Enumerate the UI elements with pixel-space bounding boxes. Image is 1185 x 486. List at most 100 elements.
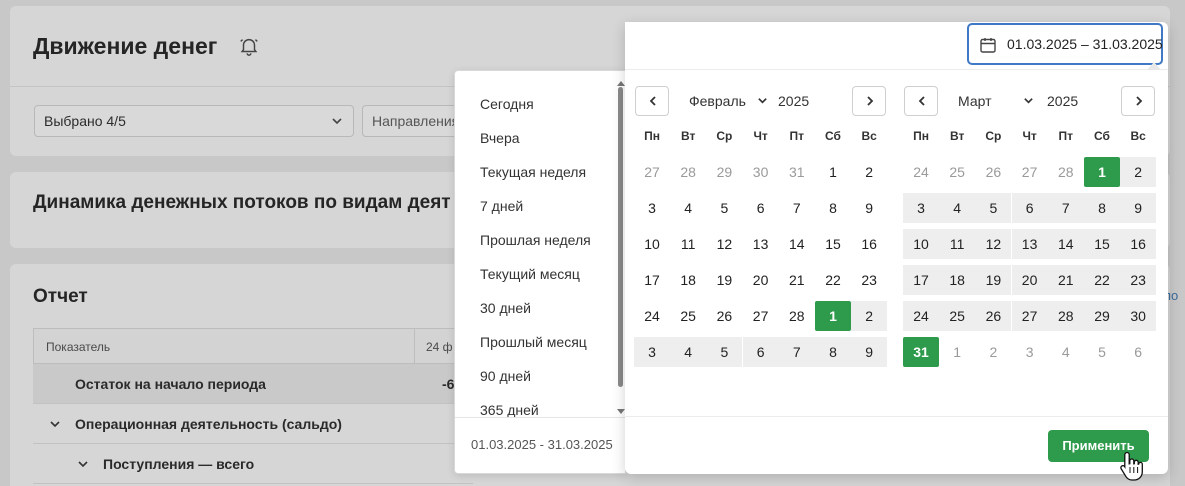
calendar-day[interactable]: 6 (1120, 337, 1156, 367)
calendar-day[interactable]: 2 (851, 157, 887, 187)
calendar-day[interactable]: 28 (779, 301, 815, 331)
calendar-day[interactable]: 23 (851, 265, 887, 295)
calendar-day[interactable]: 2 (975, 337, 1011, 367)
bell-icon[interactable] (238, 35, 260, 57)
calendar-day[interactable]: 25 (939, 157, 975, 187)
calendar-day[interactable]: 30 (743, 157, 779, 187)
calendar-day[interactable]: 19 (975, 265, 1012, 295)
calendar-day[interactable]: 25 (939, 301, 976, 331)
left-month-select[interactable]: Февраль (689, 93, 769, 109)
table-row[interactable]: Операционная деятельность (сальдо) (33, 404, 473, 444)
calendar-day[interactable]: 24 (634, 301, 670, 331)
preset-item[interactable]: Текущий месяц (480, 266, 580, 282)
calendar-day[interactable]: 30 (1120, 301, 1157, 331)
table-row[interactable]: Поступления — всего (33, 444, 473, 484)
calendar-day[interactable]: 9 (1120, 193, 1157, 223)
calendar-day-selected[interactable]: 1 (815, 301, 851, 331)
next-month-button[interactable] (1121, 86, 1155, 116)
scroll-down-icon[interactable] (617, 409, 625, 414)
calendar-day[interactable]: 9 (851, 337, 888, 367)
preset-item[interactable]: Вчера (480, 130, 520, 146)
calendar-day[interactable]: 5 (706, 337, 743, 367)
calendar-day[interactable]: 18 (939, 265, 976, 295)
prev-month-button-right[interactable] (904, 86, 938, 116)
calendar-day[interactable]: 6 (742, 337, 779, 367)
calendar-day[interactable]: 27 (743, 301, 779, 331)
calendar-day[interactable]: 8 (1084, 193, 1120, 223)
calendar-day[interactable]: 23 (1120, 265, 1157, 295)
calendar-day[interactable]: 20 (1011, 265, 1048, 295)
preset-item[interactable]: 30 дней (480, 300, 531, 316)
calendar-day[interactable]: 19 (706, 265, 742, 295)
calendar-day[interactable]: 6 (1011, 193, 1048, 223)
calendar-day[interactable]: 11 (670, 229, 706, 259)
calendar-day[interactable]: 4 (670, 337, 707, 367)
date-range-input[interactable]: 01.03.2025 – 31.03.2025 (967, 23, 1163, 65)
right-month-select[interactable]: Март (958, 93, 1038, 109)
calendar-day[interactable]: 27 (1011, 301, 1048, 331)
calendar-day[interactable]: 9 (851, 193, 887, 223)
calendar-day[interactable]: 24 (903, 157, 939, 187)
calendar-day[interactable]: 17 (634, 265, 670, 295)
calendar-day[interactable]: 5 (1084, 337, 1120, 367)
calendar-day[interactable]: 2 (1120, 157, 1157, 187)
calendar-day[interactable]: 29 (1084, 301, 1120, 331)
calendar-day[interactable]: 1 (815, 157, 851, 187)
calendar-day[interactable]: 26 (975, 157, 1011, 187)
table-row[interactable]: Остаток на начало периода -6 (33, 364, 473, 404)
calendar-day[interactable]: 22 (815, 265, 851, 295)
calendar-day[interactable]: 28 (1047, 301, 1084, 331)
calendar-day[interactable]: 16 (1120, 229, 1157, 259)
preset-item[interactable]: Текущая неделя (480, 164, 586, 180)
calendar-day[interactable]: 20 (743, 265, 779, 295)
calendar-day[interactable]: 29 (706, 157, 742, 187)
calendar-day[interactable]: 17 (903, 265, 939, 295)
preset-item[interactable]: 7 дней (480, 198, 523, 214)
chevron-down-icon[interactable] (49, 418, 61, 430)
calendar-day[interactable]: 3 (634, 193, 670, 223)
scrollbar-thumb[interactable] (618, 87, 623, 387)
calendar-day[interactable]: 13 (743, 229, 779, 259)
calendar-day[interactable]: 8 (815, 193, 851, 223)
calendar-day[interactable]: 10 (634, 229, 670, 259)
calendar-day[interactable]: 6 (743, 193, 779, 223)
preset-item[interactable]: 90 дней (480, 368, 531, 384)
chevron-down-icon[interactable] (77, 458, 89, 470)
calendar-day[interactable]: 27 (1012, 157, 1048, 187)
calendar-day[interactable]: 1 (939, 337, 975, 367)
calendar-day[interactable]: 15 (1084, 229, 1120, 259)
calendar-day[interactable]: 31 (779, 157, 815, 187)
left-year-label[interactable]: 2025 (778, 93, 809, 109)
scrollbar[interactable] (617, 81, 625, 414)
preset-item[interactable]: 365 дней (480, 402, 539, 418)
preset-item[interactable]: Прошлый месяц (480, 334, 587, 350)
calendar-day[interactable]: 4 (1048, 337, 1084, 367)
calendar-day[interactable]: 16 (851, 229, 887, 259)
next-month-button-left[interactable] (852, 86, 886, 116)
calendar-day[interactable]: 26 (706, 301, 742, 331)
calendar-day[interactable]: 8 (815, 337, 851, 367)
calendar-day[interactable]: 26 (975, 301, 1012, 331)
calendar-day[interactable]: 18 (670, 265, 706, 295)
calendar-day[interactable]: 7 (778, 337, 815, 367)
calendar-day-selected[interactable]: 1 (1084, 157, 1120, 187)
preset-item[interactable]: Сегодня (480, 96, 534, 112)
calendar-day[interactable]: 21 (1047, 265, 1084, 295)
calendar-day[interactable]: 5 (975, 193, 1012, 223)
scroll-up-icon[interactable] (617, 81, 625, 86)
prev-month-button[interactable] (635, 86, 669, 116)
calendar-day[interactable]: 14 (779, 229, 815, 259)
calendar-day[interactable]: 12 (706, 229, 742, 259)
calendar-day[interactable]: 10 (903, 229, 939, 259)
calendar-day[interactable]: 14 (1047, 229, 1084, 259)
selection-filter-select[interactable]: Выбрано 4/5 (34, 105, 354, 137)
calendar-day[interactable]: 15 (815, 229, 851, 259)
calendar-day[interactable]: 2 (851, 301, 888, 331)
calendar-day[interactable]: 3 (1012, 337, 1048, 367)
calendar-day[interactable]: 7 (779, 193, 815, 223)
calendar-day[interactable]: 11 (939, 229, 976, 259)
calendar-day[interactable]: 28 (670, 157, 706, 187)
right-year-label[interactable]: 2025 (1047, 93, 1078, 109)
calendar-day[interactable]: 4 (939, 193, 976, 223)
calendar-day[interactable]: 4 (670, 193, 706, 223)
